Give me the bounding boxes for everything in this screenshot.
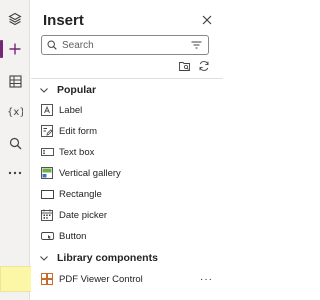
more-options-button[interactable]: ··· [200, 274, 213, 285]
layers-button[interactable] [0, 6, 30, 32]
search-icon [42, 40, 62, 50]
list-item-edit-form[interactable]: Edit form [31, 122, 223, 140]
item-label: Vertical gallery [59, 167, 121, 179]
list-item-label[interactable]: Label [31, 101, 223, 119]
filter-icon [191, 41, 202, 49]
list-item-text-box[interactable]: Text box [31, 143, 223, 161]
close-icon [202, 12, 212, 30]
item-label: Text box [59, 146, 95, 158]
vertical-gallery-icon [40, 166, 54, 180]
search-rail-button[interactable] [0, 130, 30, 156]
more-icon [8, 171, 22, 175]
refresh-icon [199, 61, 209, 71]
list-item-button[interactable]: Button [31, 227, 223, 245]
left-rail: {x} [0, 0, 30, 300]
close-button[interactable] [199, 13, 215, 29]
list-item-date-picker[interactable]: Date picker [31, 206, 223, 224]
search-box[interactable] [41, 35, 209, 55]
list-item-vertical-gallery[interactable]: Vertical gallery [31, 164, 223, 182]
search-icon [9, 137, 22, 150]
insert-panel: Insert Popular Label [31, 0, 223, 300]
item-label: Label [59, 104, 83, 116]
label-icon [40, 103, 54, 117]
section-label: Popular [57, 84, 97, 96]
rectangle-icon [40, 187, 54, 201]
list-item-pdf-viewer-control[interactable]: PDF Viewer Control ··· [31, 270, 219, 288]
search-input[interactable] [62, 39, 182, 51]
plus-icon [8, 42, 22, 56]
text-box-icon [40, 145, 54, 159]
component-icon [40, 272, 54, 286]
folder-search-icon [179, 61, 190, 71]
refresh-button[interactable] [198, 60, 210, 72]
more-rail-button[interactable] [0, 160, 30, 186]
item-label: Rectangle [59, 188, 102, 200]
chevron-down-icon [31, 255, 57, 261]
list-item-rectangle[interactable]: Rectangle [31, 185, 223, 203]
variables-button[interactable]: {x} [0, 98, 30, 124]
item-label: Button [59, 230, 87, 242]
panel-divider [31, 78, 223, 79]
item-label: Edit form [59, 125, 98, 137]
variable-icon: {x} [7, 104, 23, 118]
button-icon [40, 229, 54, 243]
svg-text:{x}: {x} [7, 107, 23, 118]
item-label: PDF Viewer Control [59, 273, 143, 285]
item-label: Date picker [59, 209, 108, 221]
filter-button[interactable] [191, 41, 202, 49]
section-label: Library components [57, 252, 158, 264]
insert-button[interactable] [0, 36, 30, 62]
section-library-components[interactable]: Library components [31, 250, 223, 266]
edit-form-icon [40, 124, 54, 138]
folder-search-button[interactable] [179, 60, 191, 72]
section-popular[interactable]: Popular [31, 82, 223, 98]
data-button[interactable] [0, 68, 30, 94]
panel-tools [179, 60, 210, 72]
panel-title: Insert [43, 12, 84, 29]
layers-icon [8, 12, 22, 26]
grid-icon [8, 74, 22, 88]
date-picker-icon [40, 208, 54, 222]
chevron-down-icon [31, 87, 57, 93]
